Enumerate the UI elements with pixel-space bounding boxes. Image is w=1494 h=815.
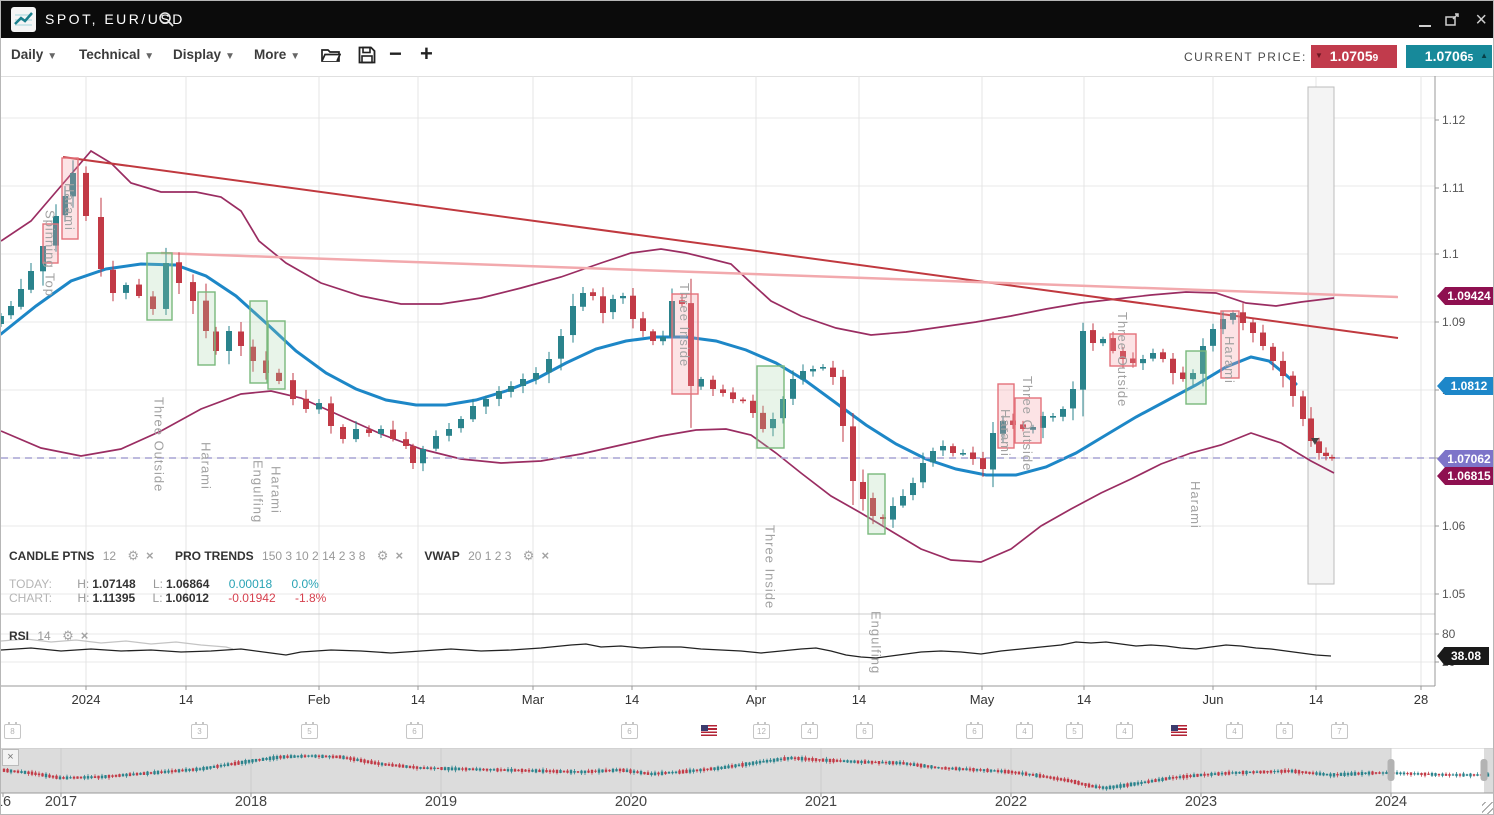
menu-display[interactable]: Display▼ — [173, 47, 235, 62]
indicator-pro-trends: PRO TRENDS — [175, 549, 254, 563]
navigator-left-handle[interactable] — [1388, 759, 1395, 781]
gear-icon[interactable]: ⚙ — [377, 548, 389, 563]
indicator-vwap: VWAP — [424, 549, 459, 563]
calendar-event-icon[interactable]: 8 — [4, 724, 21, 739]
calendar-event-icon[interactable]: 12 — [753, 724, 770, 739]
calendar-event-icon[interactable]: 3 — [191, 724, 208, 739]
close-icon[interactable]: × — [146, 548, 154, 563]
toolbar: Daily▼ Technical▼ Display▼ More▼ − + CUR… — [1, 38, 1494, 77]
chart-window: SPOT, EUR/USD × Daily▼ Technical▼ Displa… — [0, 0, 1494, 815]
close-button[interactable]: × — [1475, 10, 1487, 30]
popout-button[interactable] — [1445, 13, 1461, 27]
zoom-in-button[interactable]: + — [420, 41, 433, 67]
chart-low: 1.06012 — [166, 591, 209, 605]
resize-grip[interactable] — [1482, 802, 1494, 814]
today-stats-row: TODAY: H:1.07148 L:1.06864 0.00018 0.0% — [9, 577, 319, 591]
today-change: 0.00018 — [229, 577, 272, 591]
navigator-close-button[interactable]: × — [2, 749, 19, 766]
chart-change-pct: -1.8% — [295, 591, 326, 605]
rsi-legend-row: RSI 14 ⚙× — [9, 628, 88, 644]
us-flag-icon[interactable] — [701, 725, 717, 736]
today-low: 1.06864 — [166, 577, 209, 591]
save-icon[interactable] — [358, 46, 376, 64]
navigator-right-handle[interactable] — [1481, 759, 1488, 781]
chart-high: 1.11395 — [92, 591, 135, 605]
chevron-down-icon: ▼ — [290, 51, 300, 62]
zoom-out-button[interactable]: − — [389, 41, 402, 67]
calendar-event-icon[interactable]: 4 — [801, 724, 818, 739]
calendar-event-icon[interactable]: 5 — [1066, 724, 1083, 739]
indicator-candle-ptns: CANDLE PTNS — [9, 549, 94, 563]
open-folder-icon[interactable] — [321, 46, 341, 63]
close-icon[interactable]: × — [81, 628, 89, 643]
titlebar: SPOT, EUR/USD × — [1, 1, 1494, 38]
app-logo-icon — [11, 7, 36, 32]
chart-stats-row: CHART: H:1.11395 L:1.06012 -0.01942 -1.8… — [9, 591, 326, 605]
chevron-down-icon: ▼ — [144, 51, 154, 62]
today-high: 1.07148 — [92, 577, 135, 591]
calendar-event-icon[interactable]: 6 — [406, 724, 423, 739]
close-icon[interactable]: × — [541, 548, 549, 563]
us-flag-icon[interactable] — [1171, 725, 1187, 736]
menu-more[interactable]: More▼ — [254, 47, 300, 62]
calendar-event-icon[interactable]: 6 — [621, 724, 638, 739]
chevron-down-icon: ▼ — [225, 51, 235, 62]
chart-change: -0.01942 — [228, 591, 275, 605]
calendar-event-icon[interactable]: 4 — [1226, 724, 1243, 739]
calendar-event-icon[interactable]: 6 — [966, 724, 983, 739]
chevron-down-icon: ▼ — [47, 51, 57, 62]
calendar-event-icon[interactable]: 7 — [1331, 724, 1348, 739]
calendar-event-icon[interactable]: 6 — [1276, 724, 1293, 739]
calendar-event-icon[interactable]: 4 — [1116, 724, 1133, 739]
calendar-event-icon[interactable]: 5 — [301, 724, 318, 739]
current-price-label: CURRENT PRICE: — [1184, 50, 1307, 64]
calendar-event-icon[interactable]: 4 — [1016, 724, 1033, 739]
calendar-event-icon[interactable]: 6 — [856, 724, 873, 739]
bid-price-badge: ▼ 1.07059 — [1311, 45, 1397, 68]
arrow-down-icon: ▼ — [1315, 44, 1323, 67]
indicator-legend-row: CANDLE PTNS 12 ⚙× PRO TRENDS 150 3 10 2 … — [9, 548, 549, 564]
today-change-pct: 0.0% — [291, 577, 318, 591]
window-controls: × — [1419, 1, 1487, 38]
minimize-button[interactable] — [1419, 13, 1431, 27]
ask-price-badge: 1.07065 ▲ — [1406, 45, 1492, 68]
menu-technical[interactable]: Technical▼ — [79, 47, 154, 62]
main-chart-canvas[interactable] — [1, 76, 1494, 748]
arrow-up-icon: ▲ — [1480, 44, 1488, 67]
search-icon[interactable] — [158, 11, 175, 28]
close-icon[interactable]: × — [395, 548, 403, 563]
indicator-rsi: RSI — [9, 629, 29, 643]
menu-timeframe[interactable]: Daily▼ — [11, 47, 57, 62]
navigator-canvas[interactable] — [1, 748, 1494, 815]
gear-icon[interactable]: ⚙ — [523, 548, 535, 563]
gear-icon[interactable]: ⚙ — [127, 548, 139, 563]
gear-icon[interactable]: ⚙ — [62, 628, 74, 643]
